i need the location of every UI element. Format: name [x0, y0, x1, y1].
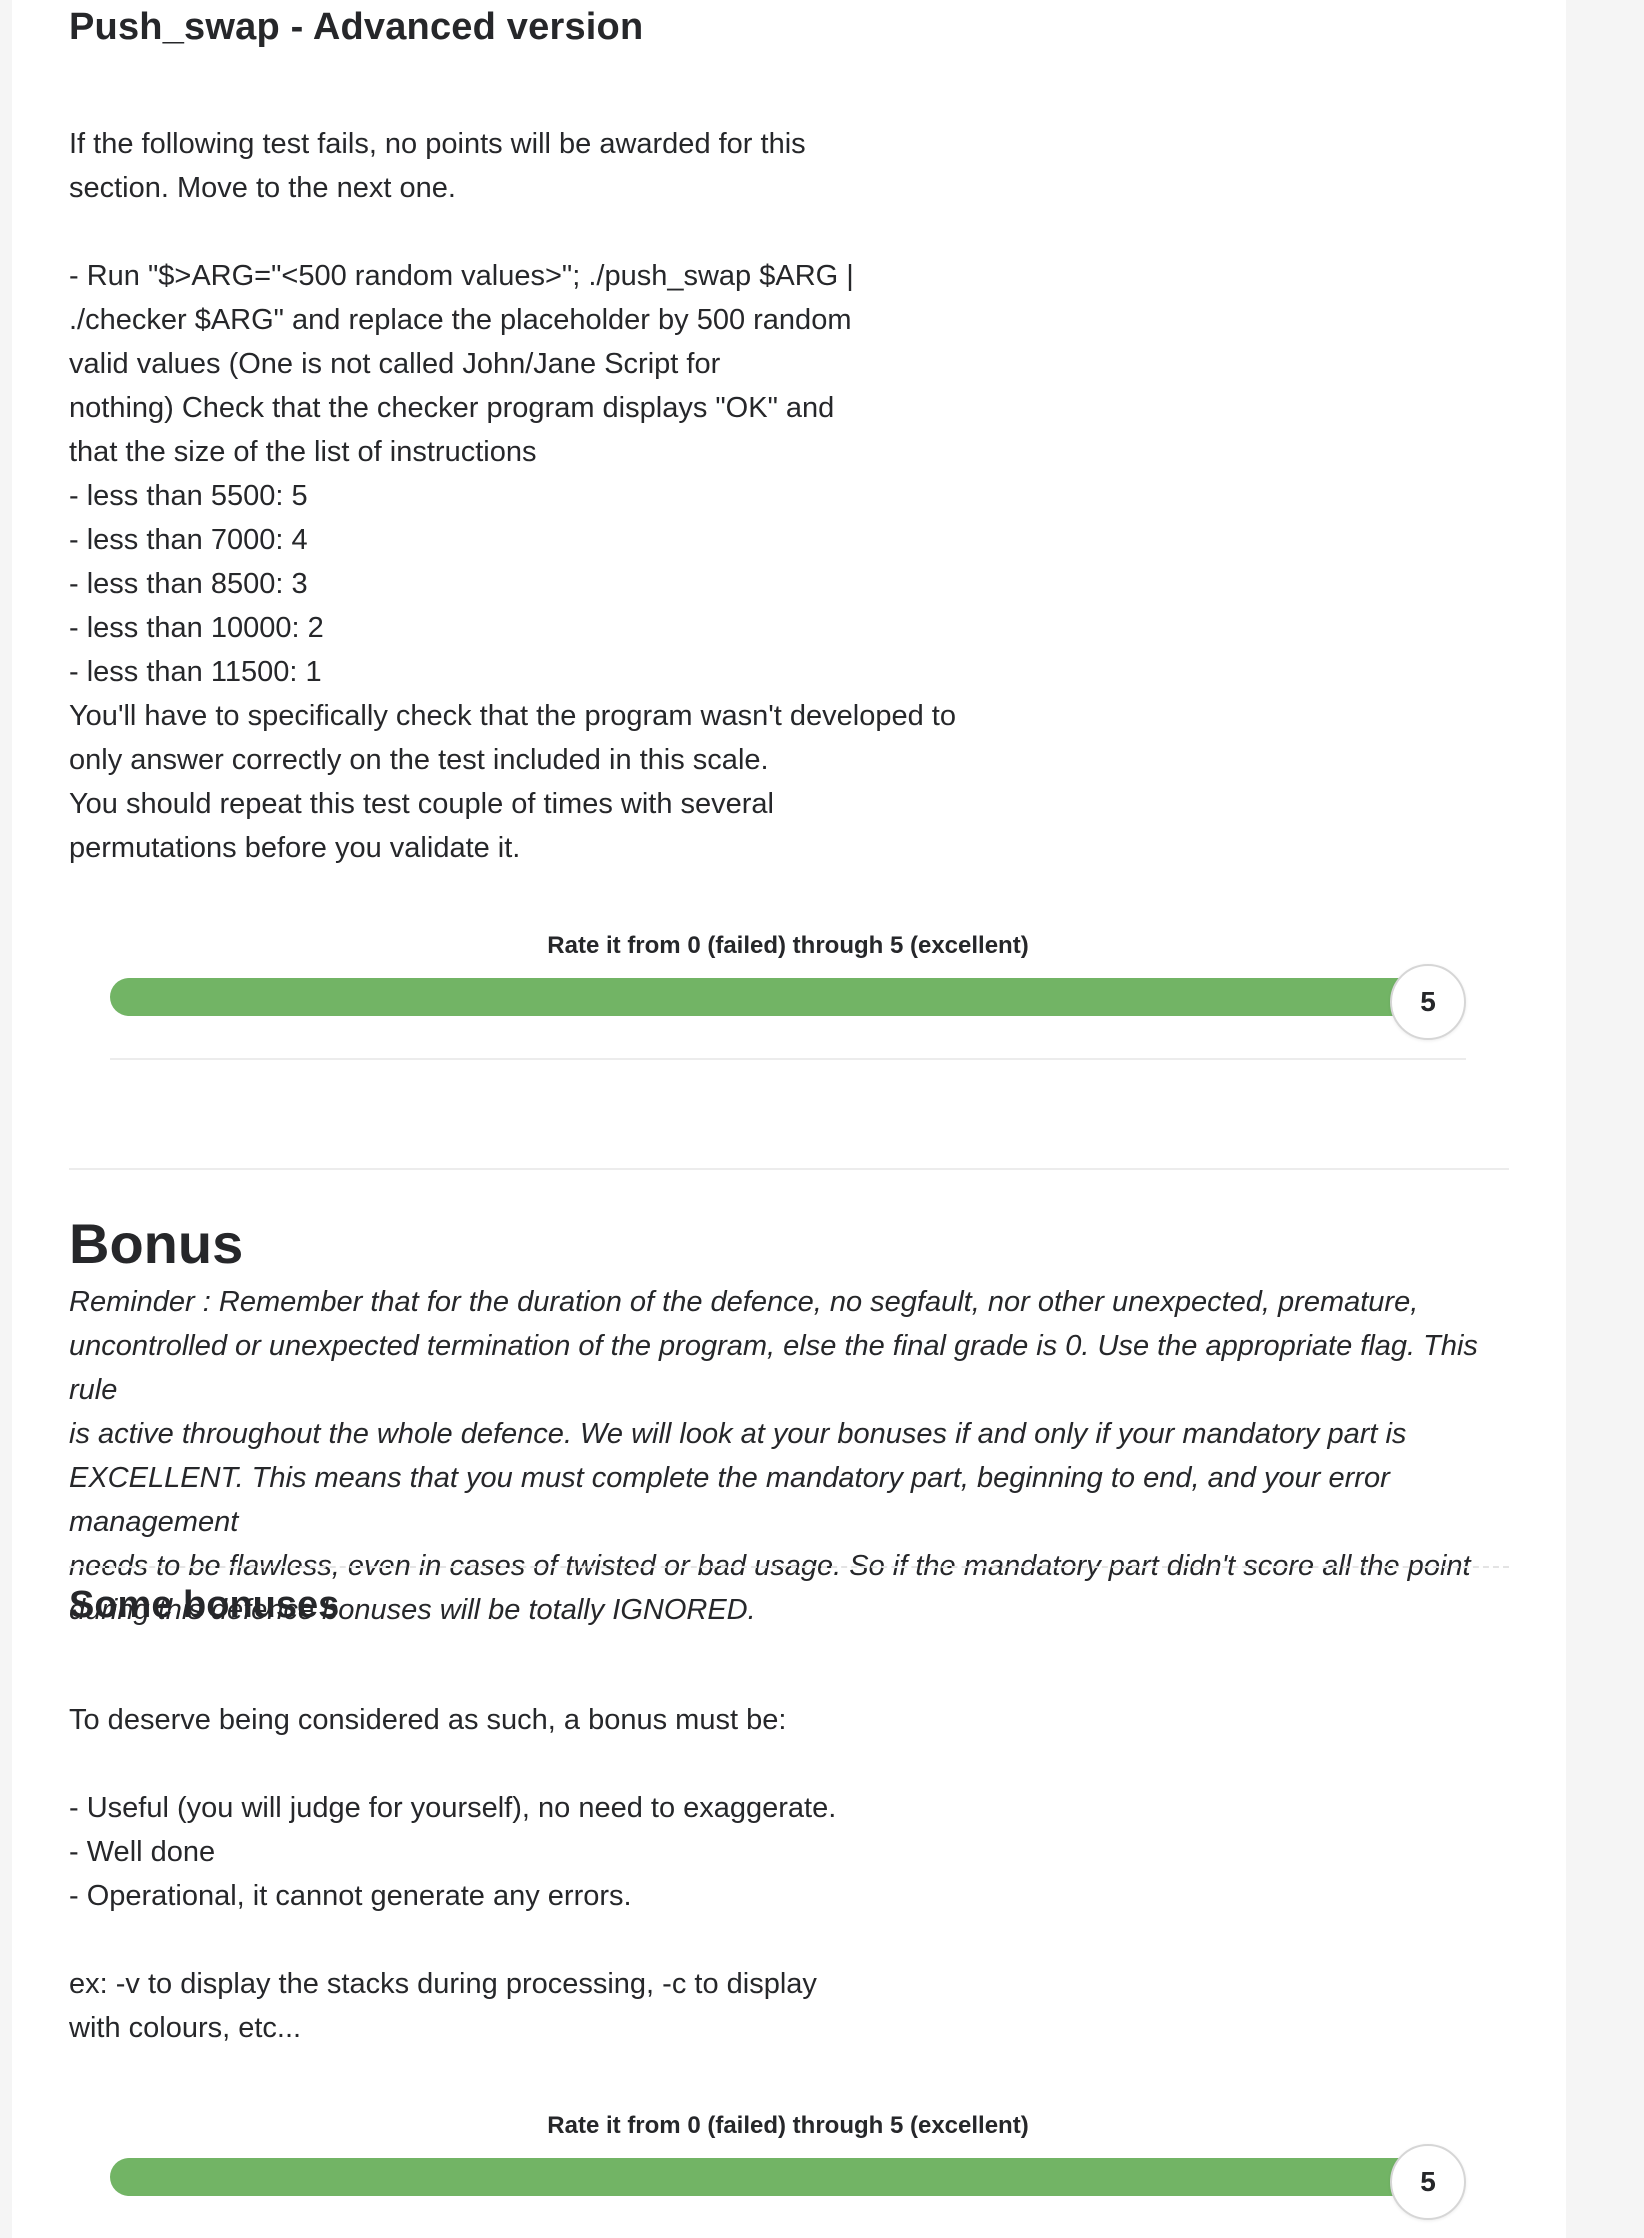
some-bonuses-description: To deserve being considered as such, a b…	[69, 1698, 836, 2050]
description-line: that the size of the list of instruction…	[69, 436, 537, 468]
description-line: - less than 10000: 2	[69, 612, 324, 644]
advanced-description: If the following test fails, no points w…	[69, 122, 956, 870]
rating-slider[interactable]: 5	[110, 2144, 1466, 2220]
slider-track-fill[interactable]	[110, 978, 1426, 1016]
description-line	[69, 1918, 836, 1962]
rating-slider[interactable]: 5	[110, 964, 1466, 1040]
description-line: - Run "$>ARG="<500 random values>"; ./pu…	[69, 260, 854, 292]
description-line: If the following test fails, no points w…	[69, 128, 806, 160]
section-title-some-bonuses: Some bonuses	[69, 1584, 340, 1626]
slider-track-fill[interactable]	[110, 2158, 1426, 2196]
rating-advanced: Rate it from 0 (failed) through 5 (excel…	[110, 928, 1466, 1040]
description-line: - less than 11500: 1	[69, 656, 322, 688]
dashed-divider	[69, 1566, 1509, 1568]
section-title-bonus: Bonus	[69, 1212, 244, 1275]
description-line: - less than 5500: 5	[69, 480, 308, 512]
description-line: ./checker $ARG" and replace the placehol…	[69, 304, 852, 336]
divider	[110, 1058, 1466, 1060]
description-line: - Operational, it cannot generate any er…	[69, 1880, 632, 1912]
description-line: nothing) Check that the checker program …	[69, 392, 835, 424]
description-line: You should repeat this test couple of ti…	[69, 788, 774, 820]
section-divider	[69, 1168, 1509, 1170]
description-line	[69, 210, 956, 254]
reminder-line: Reminder : Remember that for the duratio…	[69, 1286, 1419, 1318]
rating-label: Rate it from 0 (failed) through 5 (excel…	[547, 932, 1029, 959]
reminder-line: is active throughout the whole defence. …	[69, 1418, 1407, 1450]
description-line: only answer correctly on the test includ…	[69, 744, 769, 776]
reminder-line: uncontrolled or unexpected termination o…	[69, 1330, 1478, 1406]
evaluation-page: Push_swap - Advanced version If the foll…	[12, 0, 1566, 2238]
rating-label: Rate it from 0 (failed) through 5 (excel…	[547, 2112, 1029, 2139]
bonus-reminder: Reminder : Remember that for the duratio…	[69, 1280, 1509, 1632]
description-line: - less than 7000: 4	[69, 524, 308, 556]
section-title-advanced: Push_swap - Advanced version	[69, 6, 644, 48]
description-line: - Useful (you will judge for yourself), …	[69, 1792, 837, 1824]
description-line: valid values (One is not called John/Jan…	[69, 348, 721, 380]
rating-bonus: Rate it from 0 (failed) through 5 (excel…	[110, 2108, 1466, 2220]
reminder-line: EXCELLENT. This means that you must comp…	[69, 1462, 1390, 1538]
description-line: ex: -v to display the stacks during proc…	[69, 1968, 817, 2000]
slider-handle[interactable]: 5	[1390, 964, 1466, 1040]
description-line: To deserve being considered as such, a b…	[69, 1704, 787, 1736]
description-line: permutations before you validate it.	[69, 832, 521, 864]
description-line: section. Move to the next one.	[69, 172, 456, 204]
slider-handle[interactable]: 5	[1390, 2144, 1466, 2220]
description-line: with colours, etc...	[69, 2012, 302, 2044]
description-line: - Well done	[69, 1836, 216, 1868]
description-line: You'll have to specifically check that t…	[69, 700, 956, 732]
description-line: - less than 8500: 3	[69, 568, 308, 600]
description-line	[69, 1742, 836, 1786]
